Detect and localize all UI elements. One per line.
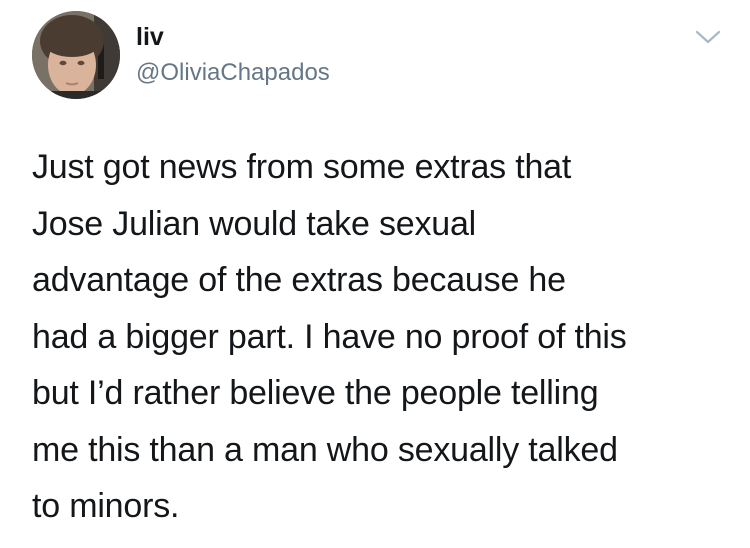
- tweet-card: liv @OliviaChapados Just got news from s…: [0, 0, 750, 548]
- display-name[interactable]: liv: [136, 22, 164, 52]
- username-handle[interactable]: @OliviaChapados: [136, 58, 330, 88]
- avatar[interactable]: [32, 11, 120, 99]
- chevron-down-icon[interactable]: [694, 28, 722, 46]
- profile-photo-icon: [32, 11, 120, 99]
- tweet-text: Just got news from some extras that Jose…: [32, 148, 627, 525]
